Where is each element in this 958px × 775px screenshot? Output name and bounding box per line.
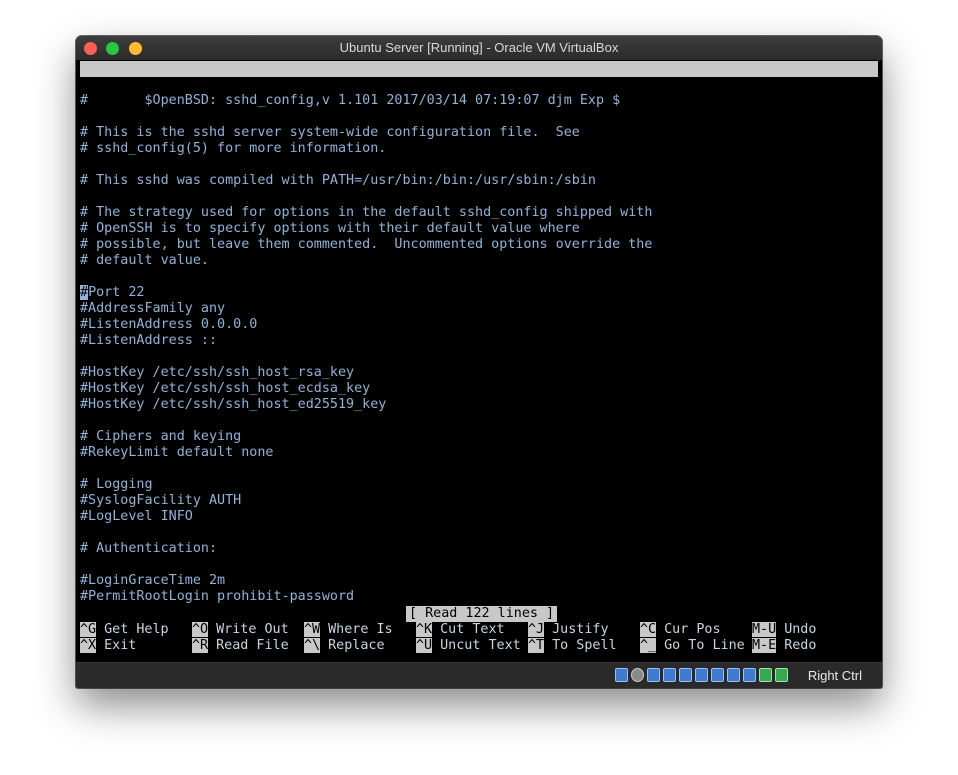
shortcut-item: ^G Get Help (80, 622, 169, 638)
close-icon[interactable] (84, 42, 97, 55)
shortcut-item: ^T To Spell (528, 638, 617, 654)
keyboard-icon[interactable] (775, 668, 788, 682)
shortcut-label: Redo (784, 638, 817, 653)
nano-header: GNU nano 2.9.3 /etc/ssh/sshd_config (80, 61, 878, 108)
shortcut-key: ^J (528, 622, 545, 637)
editor-line: #HostKey /etc/ssh/ssh_host_ed25519_key (80, 397, 387, 412)
shortcut-item: ^O Write Out (192, 622, 289, 638)
editor-line: #SyslogFacility AUTH (80, 493, 242, 508)
editor-line: #HostKey /etc/ssh/ssh_host_ecdsa_key (80, 381, 371, 396)
hard-disk-icon[interactable] (615, 668, 628, 682)
shortcut-key: ^X (80, 638, 97, 653)
editor-line: #LoginGraceTime 2m (80, 573, 226, 588)
shortcut-key: ^_ (640, 638, 657, 653)
title-bar[interactable]: Ubuntu Server [Running] - Oracle VM Virt… (76, 36, 882, 60)
nano-version: GNU nano 2.9.3 (94, 77, 207, 92)
shortcut-key: ^C (640, 622, 657, 637)
editor-line: #Port 22 (80, 285, 145, 301)
shortcut-label: Exit (104, 638, 137, 653)
shortcut-label: Uncut Text (440, 638, 521, 653)
display-icon[interactable] (711, 668, 724, 682)
cpu-icon[interactable] (743, 668, 756, 682)
shortcut-item: ^_ Go To Line (640, 638, 745, 654)
shortcut-item: ^\ Replace (304, 638, 385, 654)
shortcut-label: To Spell (552, 638, 617, 653)
shortcut-label: Cut Text (440, 622, 505, 637)
shared-folder-icon[interactable] (695, 668, 708, 682)
shortcut-item: ^K Cut Text (416, 622, 505, 638)
editor-line: # sshd_config(5) for more information. (80, 141, 387, 156)
shortcut-label: Undo (784, 622, 817, 637)
network-icon[interactable] (663, 668, 676, 682)
editor-line: # Authentication: (80, 541, 218, 556)
shortcut-item: M-E Redo (752, 638, 816, 654)
usb-icon[interactable] (679, 668, 692, 682)
editor-line: # This sshd was compiled with PATH=/usr/… (80, 173, 596, 188)
editor-line: #AddressFamily any (80, 301, 226, 316)
shortcut-key: ^K (416, 622, 433, 637)
vm-status-bar: Right Ctrl (76, 662, 882, 688)
editor-line: #HostKey /etc/ssh/ssh_host_rsa_key (80, 365, 355, 380)
editor-line: #PermitRootLogin prohibit-password (80, 589, 355, 604)
shortcut-label: Write Out (216, 622, 289, 637)
shortcut-label: Read File (216, 638, 289, 653)
shortcut-key: ^T (528, 638, 545, 653)
editor-line: # $OpenBSD: sshd_config,v 1.101 2017/03/… (80, 93, 621, 108)
shortcut-label: Justify (552, 622, 609, 637)
shortcut-item: ^C Cur Pos (640, 622, 721, 638)
shortcut-item: ^U Uncut Text (416, 638, 521, 654)
shortcut-key: ^W (304, 622, 321, 637)
shortcut-key: ^R (192, 638, 209, 653)
shortcut-label: Cur Pos (664, 622, 721, 637)
editor-line: # Ciphers and keying (80, 429, 242, 444)
recording-icon[interactable] (727, 668, 740, 682)
audio-icon[interactable] (647, 668, 660, 682)
shortcut-item: ^X Exit (80, 638, 136, 654)
shortcut-label: Go To Line (664, 638, 745, 653)
shortcut-key: M-U (752, 622, 777, 637)
shortcut-key: ^O (192, 622, 209, 637)
virtualbox-window: Ubuntu Server [Running] - Oracle VM Virt… (76, 36, 882, 688)
host-key-label: Right Ctrl (807, 668, 862, 683)
editor-line: #ListenAddress 0.0.0.0 (80, 317, 258, 332)
terminal-screen[interactable]: GNU nano 2.9.3 /etc/ssh/sshd_config [ Re… (80, 60, 878, 662)
shortcut-label: Replace (328, 638, 385, 653)
optical-drive-icon[interactable] (631, 668, 644, 682)
shortcut-key: ^U (416, 638, 433, 653)
maximize-icon[interactable] (129, 42, 142, 55)
editor-line: # default value. (80, 253, 209, 268)
shortcut-key: ^\ (304, 638, 321, 653)
editor-line: # possible, but leave them commented. Un… (80, 237, 653, 252)
text-cursor: # (80, 285, 89, 300)
shortcut-item: ^W Where Is (304, 622, 393, 638)
shortcut-key: M-E (752, 638, 777, 653)
editor-line: #RekeyLimit default none (80, 445, 274, 460)
editor-line: #ListenAddress :: (80, 333, 218, 348)
editor-line: # OpenSSH is to specify options with the… (80, 221, 580, 236)
shortcut-label: Get Help (104, 622, 169, 637)
editor-line: # The strategy used for options in the d… (80, 205, 653, 220)
shortcut-item: M-U Undo (752, 622, 816, 638)
shortcut-item: ^J Justify (528, 622, 609, 638)
shortcut-item: ^R Read File (192, 638, 289, 654)
editor-line-text: Port 22 (88, 285, 145, 300)
window-title: Ubuntu Server [Running] - Oracle VM Virt… (339, 40, 619, 55)
shortcut-key: ^G (80, 622, 97, 637)
editor-line: #LogLevel INFO (80, 509, 193, 524)
editor-line: # This is the sshd server system-wide co… (80, 125, 580, 140)
editor-line: # Logging (80, 477, 153, 492)
shortcut-label: Where Is (328, 622, 393, 637)
vm-status-icons (615, 668, 788, 684)
nano-status-message: [ Read 122 lines ] (406, 606, 558, 622)
mouse-integration-icon[interactable] (759, 668, 772, 682)
minimize-icon[interactable] (106, 42, 119, 55)
